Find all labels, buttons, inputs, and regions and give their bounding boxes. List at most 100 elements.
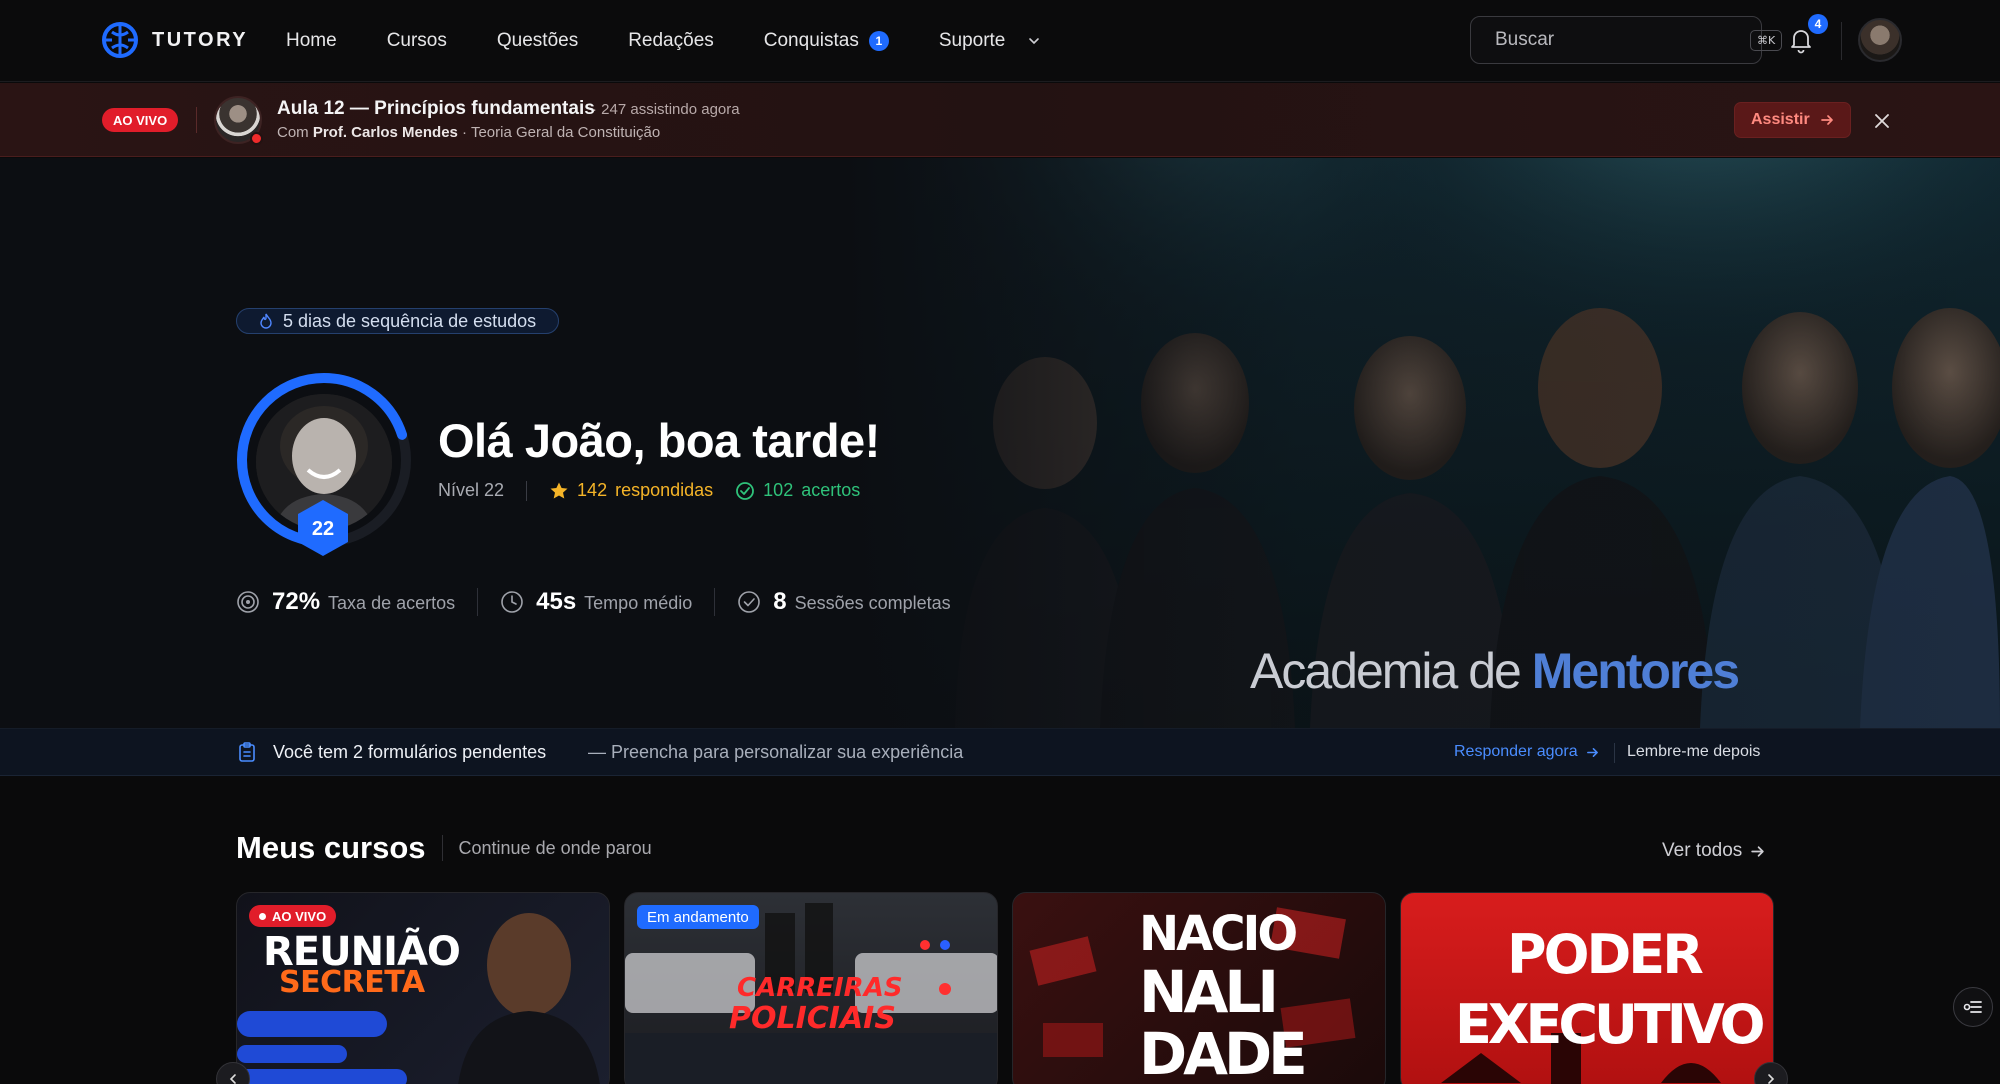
card-title-line2: POLICIAIS bbox=[729, 1001, 896, 1036]
card-title-line2: EXECUTIVO bbox=[1455, 993, 1766, 1056]
watch-live-label: Assistir bbox=[1751, 111, 1810, 128]
main-nav: Home Cursos Questões Redações Conquistas… bbox=[286, 0, 1041, 82]
nav-suporte-label: Suporte bbox=[938, 30, 1006, 51]
nav-suporte[interactable]: Suporte bbox=[939, 30, 1042, 52]
answered-label: respondidas bbox=[615, 480, 714, 500]
correct-label: acertos bbox=[801, 480, 861, 500]
see-all-courses-link[interactable]: Ver todos bbox=[1662, 840, 1765, 862]
live-divider bbox=[196, 107, 197, 133]
stat-divider bbox=[477, 588, 479, 616]
nav-cursos[interactable]: Cursos bbox=[387, 30, 447, 52]
nav-home[interactable]: Home bbox=[286, 30, 337, 52]
top-navbar: TUTORY Home Cursos Questões Redações Con… bbox=[0, 0, 2000, 82]
card-title-line3: DADE bbox=[1139, 1020, 1308, 1084]
live-sub-prefix: Com bbox=[277, 124, 313, 141]
clock-icon bbox=[501, 591, 523, 613]
chevron-right-icon bbox=[1768, 1074, 1775, 1084]
performance-stats: 72% Taxa de acertos 45s Tempo médio 8 Se… bbox=[236, 588, 951, 616]
course-card[interactable]: PODER EXECUTIVO bbox=[1400, 892, 1774, 1084]
nav-conquistas[interactable]: Conquistas 1 bbox=[764, 30, 889, 52]
correct-number: 102 bbox=[763, 480, 794, 500]
notification-count-badge: 4 bbox=[1808, 14, 1828, 34]
user-avatar[interactable] bbox=[1858, 18, 1902, 62]
nav-home-label: Home bbox=[286, 30, 337, 51]
accuracy-label: Taxa de acertos bbox=[328, 593, 456, 613]
correct-count: 102 acertos bbox=[735, 480, 860, 501]
answered-number: 142 bbox=[577, 480, 608, 500]
stat-accuracy: 72% Taxa de acertos bbox=[236, 588, 455, 616]
level-badge-number: 22 bbox=[312, 518, 334, 540]
user-meta-row: Nível 22 142 respondidas 102 acertos bbox=[438, 480, 860, 501]
brand-name: TUTORY bbox=[152, 28, 249, 51]
course-card[interactable]: AO VIVO REUNIÃO SECRETA bbox=[236, 892, 610, 1084]
card-title-line1: PODER bbox=[1507, 923, 1704, 986]
card-title-line1: CARREIRAS bbox=[737, 973, 903, 1003]
academia-de-mentores-wordmark: Academia de Mentores bbox=[1250, 642, 1740, 700]
card-title-line2: SECRETA bbox=[279, 965, 425, 1000]
sessions-value: 8 bbox=[773, 588, 787, 615]
target-icon bbox=[237, 591, 259, 613]
courses-title: Meus cursos bbox=[236, 830, 426, 865]
nav-questoes[interactable]: Questões bbox=[497, 30, 578, 52]
chevron-down-icon bbox=[1029, 38, 1040, 45]
hero-section: 5 dias de sequência de estudos 22 Olá Jo… bbox=[0, 158, 2000, 728]
greeting-heading: Olá João, boa tarde! bbox=[438, 414, 880, 467]
avg-time-label: Tempo médio bbox=[584, 593, 693, 613]
answered-count: 142 respondidas bbox=[549, 480, 713, 501]
pending-forms-bar: Você tem 2 formulários pendentes — Preen… bbox=[0, 728, 2000, 776]
level-badge: 22 bbox=[298, 500, 348, 556]
chevron-left-icon bbox=[229, 1074, 236, 1084]
brand-logo[interactable]: TUTORY bbox=[100, 20, 248, 60]
floating-menu-button[interactable] bbox=[1953, 987, 1993, 1027]
pending-forms-subtitle: — Preencha para personalizar sua experiê… bbox=[588, 742, 964, 762]
pending-forms-title: Você tem 2 formulários pendentes bbox=[273, 742, 547, 762]
search-input[interactable] bbox=[1495, 29, 1740, 51]
live-badge: AO VIVO bbox=[249, 905, 337, 927]
clipboard-icon bbox=[239, 742, 255, 762]
answer-now-link[interactable]: Responder agora bbox=[1454, 743, 1599, 761]
card-title-line1: NACIO bbox=[1139, 906, 1298, 962]
search-shortcut-hint: ⌘K bbox=[1750, 29, 1783, 51]
sessions-label: Sessões completas bbox=[794, 593, 951, 613]
courses-header: Meus cursos Continue de onde parou bbox=[236, 830, 652, 866]
nav-divider bbox=[1841, 22, 1842, 60]
stat-sessions: 8 Sessões completas bbox=[737, 588, 951, 616]
see-all-label: Ver todos bbox=[1662, 840, 1743, 861]
live-badge: AO VIVO bbox=[102, 108, 179, 132]
study-streak-pill: 5 dias de sequência de estudos bbox=[236, 308, 560, 334]
check-circle-icon bbox=[738, 591, 761, 613]
live-class-title: Aula 12 — Princípios fundamentais bbox=[277, 98, 595, 119]
watch-live-button[interactable]: Assistir bbox=[1734, 102, 1851, 138]
answer-now-label: Responder agora bbox=[1454, 743, 1578, 760]
live-class-subtitle: Com Prof. Carlos Mendes · Teoria Geral d… bbox=[277, 124, 660, 141]
arrow-right-icon bbox=[1586, 747, 1598, 757]
courses-subtitle: Continue de onde parou bbox=[458, 837, 652, 858]
list-menu-icon bbox=[1963, 1001, 1982, 1013]
live-dot-icon bbox=[259, 912, 266, 920]
conquistas-badge: 1 bbox=[868, 31, 889, 51]
nav-redacoes-label: Redações bbox=[628, 30, 714, 51]
search-box[interactable]: ⌘K bbox=[1470, 16, 1783, 64]
star-icon bbox=[550, 482, 568, 498]
live-course-name: · Teoria Geral da Constituição bbox=[457, 124, 661, 141]
nav-redacoes[interactable]: Redações bbox=[628, 30, 714, 52]
card-title-line2: NALI bbox=[1139, 958, 1279, 1026]
user-level: Nível 22 bbox=[438, 480, 505, 500]
close-icon[interactable] bbox=[1870, 109, 1894, 133]
wordmark-part2: Mentores bbox=[1531, 643, 1740, 699]
flame-icon bbox=[260, 313, 272, 329]
carousel-next-button[interactable] bbox=[1754, 1062, 1788, 1084]
nav-conquistas-label: Conquistas bbox=[763, 30, 859, 51]
meta-divider bbox=[526, 480, 528, 501]
streak-text: 5 dias de sequência de estudos bbox=[283, 310, 537, 331]
course-card[interactable]: NACIO NALI DADE bbox=[1012, 892, 1386, 1084]
nav-cursos-label: Cursos bbox=[386, 30, 447, 51]
remind-later-link[interactable]: Lembre-me depois bbox=[1627, 743, 1760, 761]
pending-divider bbox=[1614, 743, 1615, 763]
in-progress-badge: Em andamento bbox=[637, 905, 759, 929]
course-card[interactable]: Em andamento CARREIRAS POLICIAIS bbox=[624, 892, 998, 1084]
wordmark-part1: Academia de bbox=[1250, 643, 1532, 699]
avg-time-value: 45s bbox=[536, 588, 577, 615]
accuracy-value: 72% bbox=[272, 588, 321, 615]
courses-divider bbox=[441, 835, 443, 861]
